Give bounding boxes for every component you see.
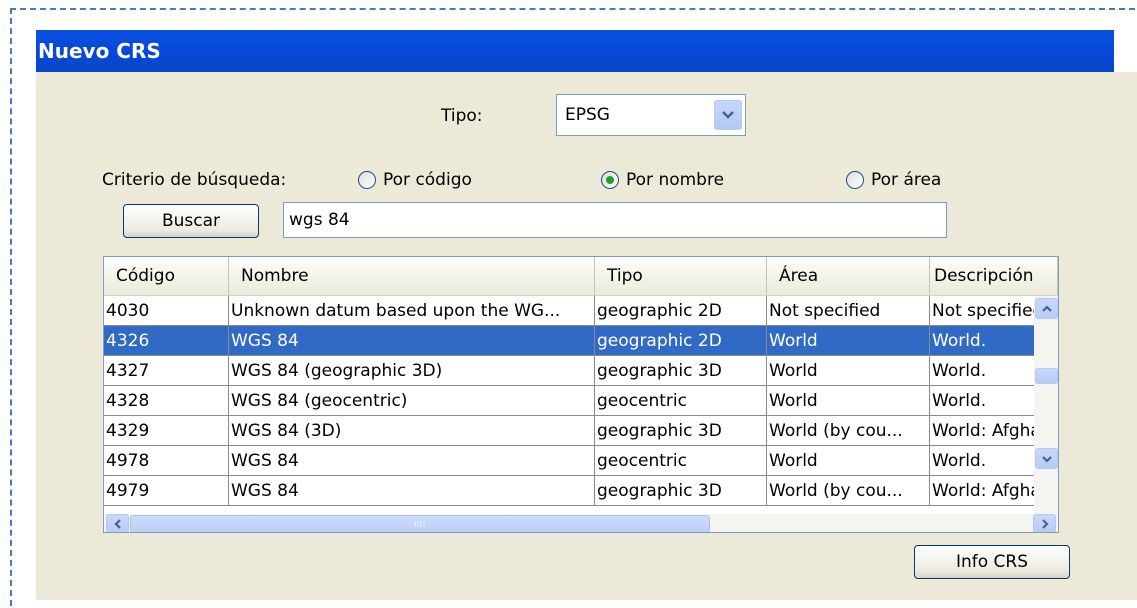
tipo-select-value: EPSG — [565, 105, 610, 125]
cell-area: World — [767, 326, 930, 356]
cell-area: Not specified — [767, 296, 930, 326]
table-row[interactable]: 4327 WGS 84 (geographic 3D) geographic 3… — [104, 356, 1058, 386]
table-row[interactable]: 4030 Unknown datum based upon the WG... … — [104, 296, 1058, 326]
cell-codigo: 4979 — [104, 476, 229, 506]
cell-area: World (by cou... — [767, 476, 930, 506]
chevron-right-icon[interactable] — [1033, 514, 1056, 532]
radio-por-area-label[interactable]: Por área — [871, 170, 941, 190]
cell-area: World (by cou... — [767, 416, 930, 446]
chevron-left-icon[interactable] — [106, 514, 129, 532]
table-header: Código Nombre Tipo Área Descripción — [104, 257, 1058, 297]
tipo-select[interactable]: EPSG — [556, 94, 746, 136]
cell-area: World — [767, 386, 930, 416]
column-header-descripcion[interactable]: Descripción — [930, 257, 1058, 295]
titlebar-edge — [1114, 30, 1137, 72]
cell-nombre: WGS 84 (3D) — [229, 416, 595, 446]
cell-codigo: 4327 — [104, 356, 229, 386]
vertical-scroll-thumb[interactable] — [1035, 368, 1058, 384]
crs-results-table: Código Nombre Tipo Área Descripción 4030… — [103, 256, 1059, 533]
horizontal-scroll-thumb[interactable] — [130, 515, 710, 532]
cell-area: World — [767, 356, 930, 386]
chevron-down-icon[interactable] — [1035, 448, 1058, 469]
new-crs-dialog: Nuevo CRS Tipo: EPSG Criterio de búsqued… — [36, 30, 1137, 600]
radio-por-area[interactable] — [846, 171, 864, 189]
horizontal-scrollbar[interactable] — [104, 514, 1058, 532]
search-button[interactable]: Buscar — [123, 204, 259, 238]
cell-codigo: 4030 — [104, 296, 229, 326]
column-header-nombre[interactable]: Nombre — [229, 257, 595, 295]
cell-tipo: geographic 3D — [595, 476, 767, 506]
table-row-selected[interactable]: 4326 WGS 84 geographic 2D World World. — [104, 326, 1058, 356]
cell-tipo: geographic 3D — [595, 416, 767, 446]
cell-area: World — [767, 446, 930, 476]
cell-tipo: geographic 3D — [595, 356, 767, 386]
cell-tipo: geocentric — [595, 386, 767, 416]
cell-nombre: WGS 84 — [229, 326, 595, 356]
radio-por-codigo-label[interactable]: Por código — [383, 170, 472, 190]
chevron-down-icon[interactable] — [714, 100, 742, 130]
cell-tipo: geographic 2D — [595, 296, 767, 326]
column-header-tipo[interactable]: Tipo — [595, 257, 767, 295]
cell-codigo: 4328 — [104, 386, 229, 416]
search-input[interactable]: wgs 84 — [283, 202, 947, 238]
table-row[interactable]: 4979 WGS 84 geographic 3D World (by cou.… — [104, 476, 1058, 506]
cell-nombre: WGS 84 — [229, 446, 595, 476]
radio-por-codigo[interactable] — [358, 171, 376, 189]
cell-nombre: WGS 84 — [229, 476, 595, 506]
cell-nombre: WGS 84 (geocentric) — [229, 386, 595, 416]
window-title: Nuevo CRS — [36, 30, 1116, 72]
cell-nombre: Unknown datum based upon the WG... — [229, 296, 595, 326]
table-row[interactable]: 4978 WGS 84 geocentric World World. — [104, 446, 1058, 476]
chevron-up-icon[interactable] — [1035, 298, 1058, 319]
radio-por-nombre[interactable] — [601, 171, 619, 189]
cell-codigo: 4329 — [104, 416, 229, 446]
info-crs-button[interactable]: Info CRS — [914, 545, 1070, 579]
cell-codigo: 4978 — [104, 446, 229, 476]
cell-tipo: geographic 2D — [595, 326, 767, 356]
cell-tipo: geocentric — [595, 446, 767, 476]
search-criteria-label: Criterio de búsqueda: — [102, 170, 287, 190]
cell-codigo: 4326 — [104, 326, 229, 356]
vertical-scrollbar[interactable] — [1034, 296, 1058, 516]
table-row[interactable]: 4328 WGS 84 (geocentric) geocentric Worl… — [104, 386, 1058, 416]
cell-nombre: WGS 84 (geographic 3D) — [229, 356, 595, 386]
table-row[interactable]: 4329 WGS 84 (3D) geographic 3D World (by… — [104, 416, 1058, 446]
column-header-codigo[interactable]: Código — [104, 257, 229, 295]
radio-por-nombre-label[interactable]: Por nombre — [626, 170, 724, 190]
column-header-area[interactable]: Área — [767, 257, 930, 295]
tipo-label: Tipo: — [441, 106, 483, 126]
